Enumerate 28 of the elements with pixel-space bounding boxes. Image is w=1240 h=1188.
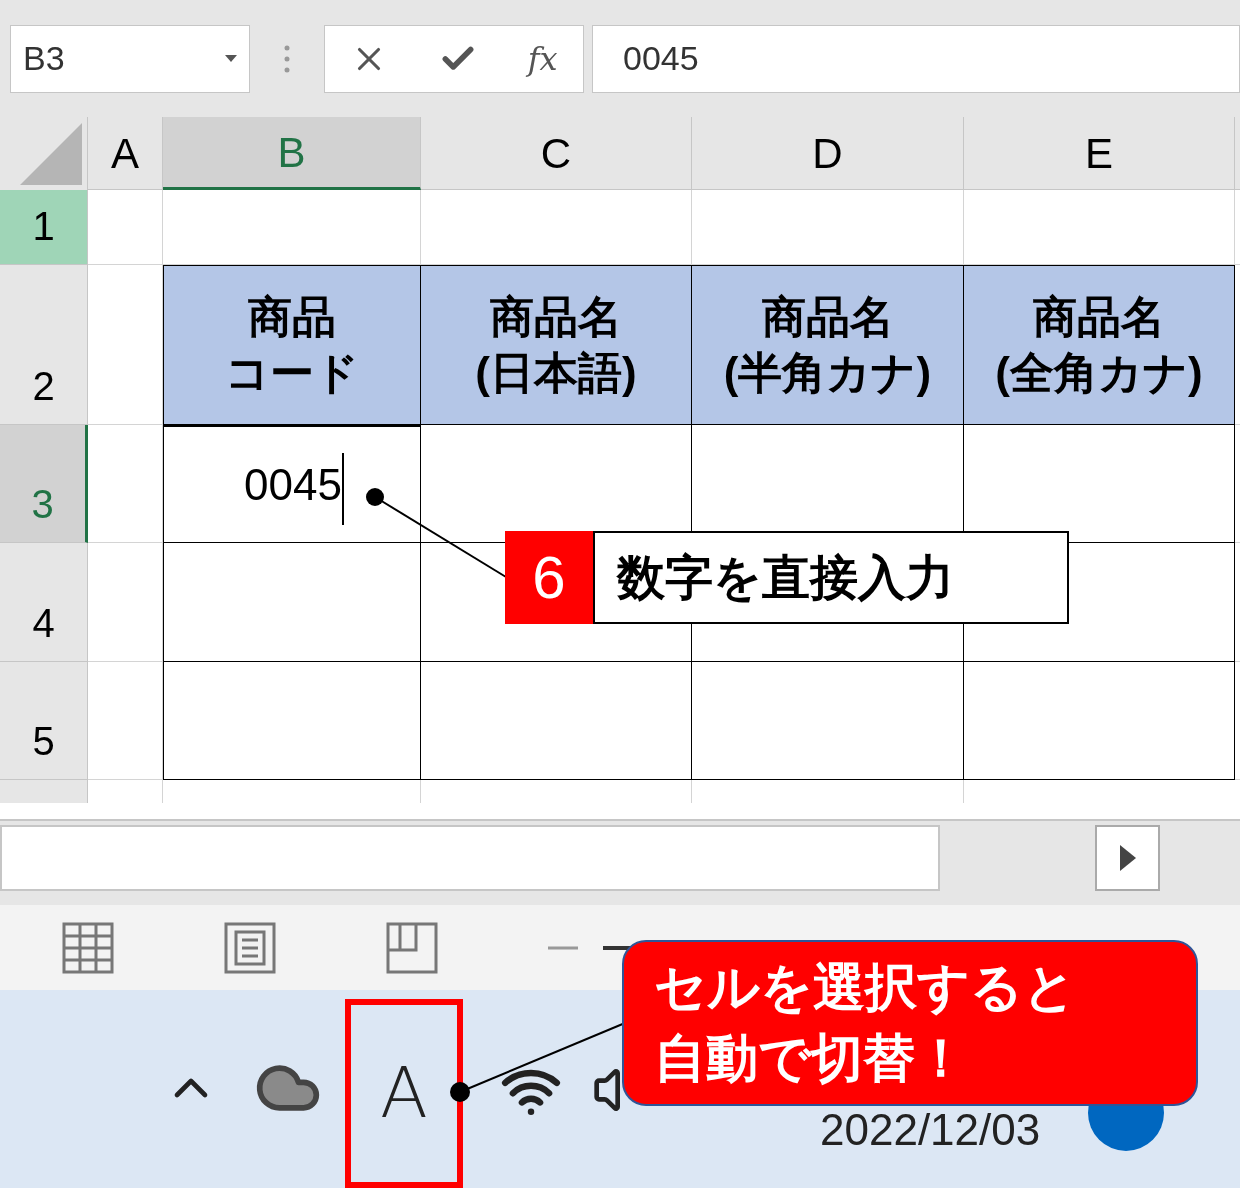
clock-date[interactable]: 2022/12/03 (820, 1108, 1041, 1152)
active-cell[interactable]: 0045 (163, 425, 421, 543)
page-break-icon[interactable] (386, 921, 438, 974)
horizontal-scrollbar-thumb[interactable] (0, 825, 940, 891)
table-cell: 商品名 (全角カナ) (964, 265, 1235, 425)
name-box[interactable]: B3 (10, 24, 250, 93)
row-header[interactable]: 4 (0, 543, 88, 662)
callout-label: 数字を直接入力 (593, 531, 1069, 624)
table-cell: 商品名 (日本語) (421, 265, 692, 425)
table-cell: 商品名 (半角カナ) (692, 265, 964, 425)
dropdown-caret-icon (225, 54, 237, 63)
callout-tooltip: セルを選択すると 自動で切替！ (622, 940, 1198, 1106)
row-header[interactable]: 3 (0, 425, 88, 543)
grip-icon (284, 43, 290, 74)
grid-view-icon[interactable] (62, 921, 114, 974)
table-cell: 商品 コード (163, 265, 421, 425)
step-number: 6 (505, 531, 593, 624)
row-header[interactable]: 2 (0, 265, 88, 425)
play-right-icon (1119, 845, 1136, 871)
input-mode-indicator[interactable]: A (345, 999, 463, 1188)
text-cursor-icon (342, 452, 344, 525)
scroll-right-button[interactable] (1095, 825, 1160, 891)
row-header[interactable]: 1 (0, 190, 88, 265)
row-header[interactable]: 5 (0, 662, 88, 780)
formula-field[interactable]: 0045 (592, 24, 1240, 93)
insert-function-button[interactable]: fx (527, 34, 558, 83)
page-layout-icon[interactable] (224, 921, 276, 974)
column-header[interactable]: B (163, 117, 421, 190)
